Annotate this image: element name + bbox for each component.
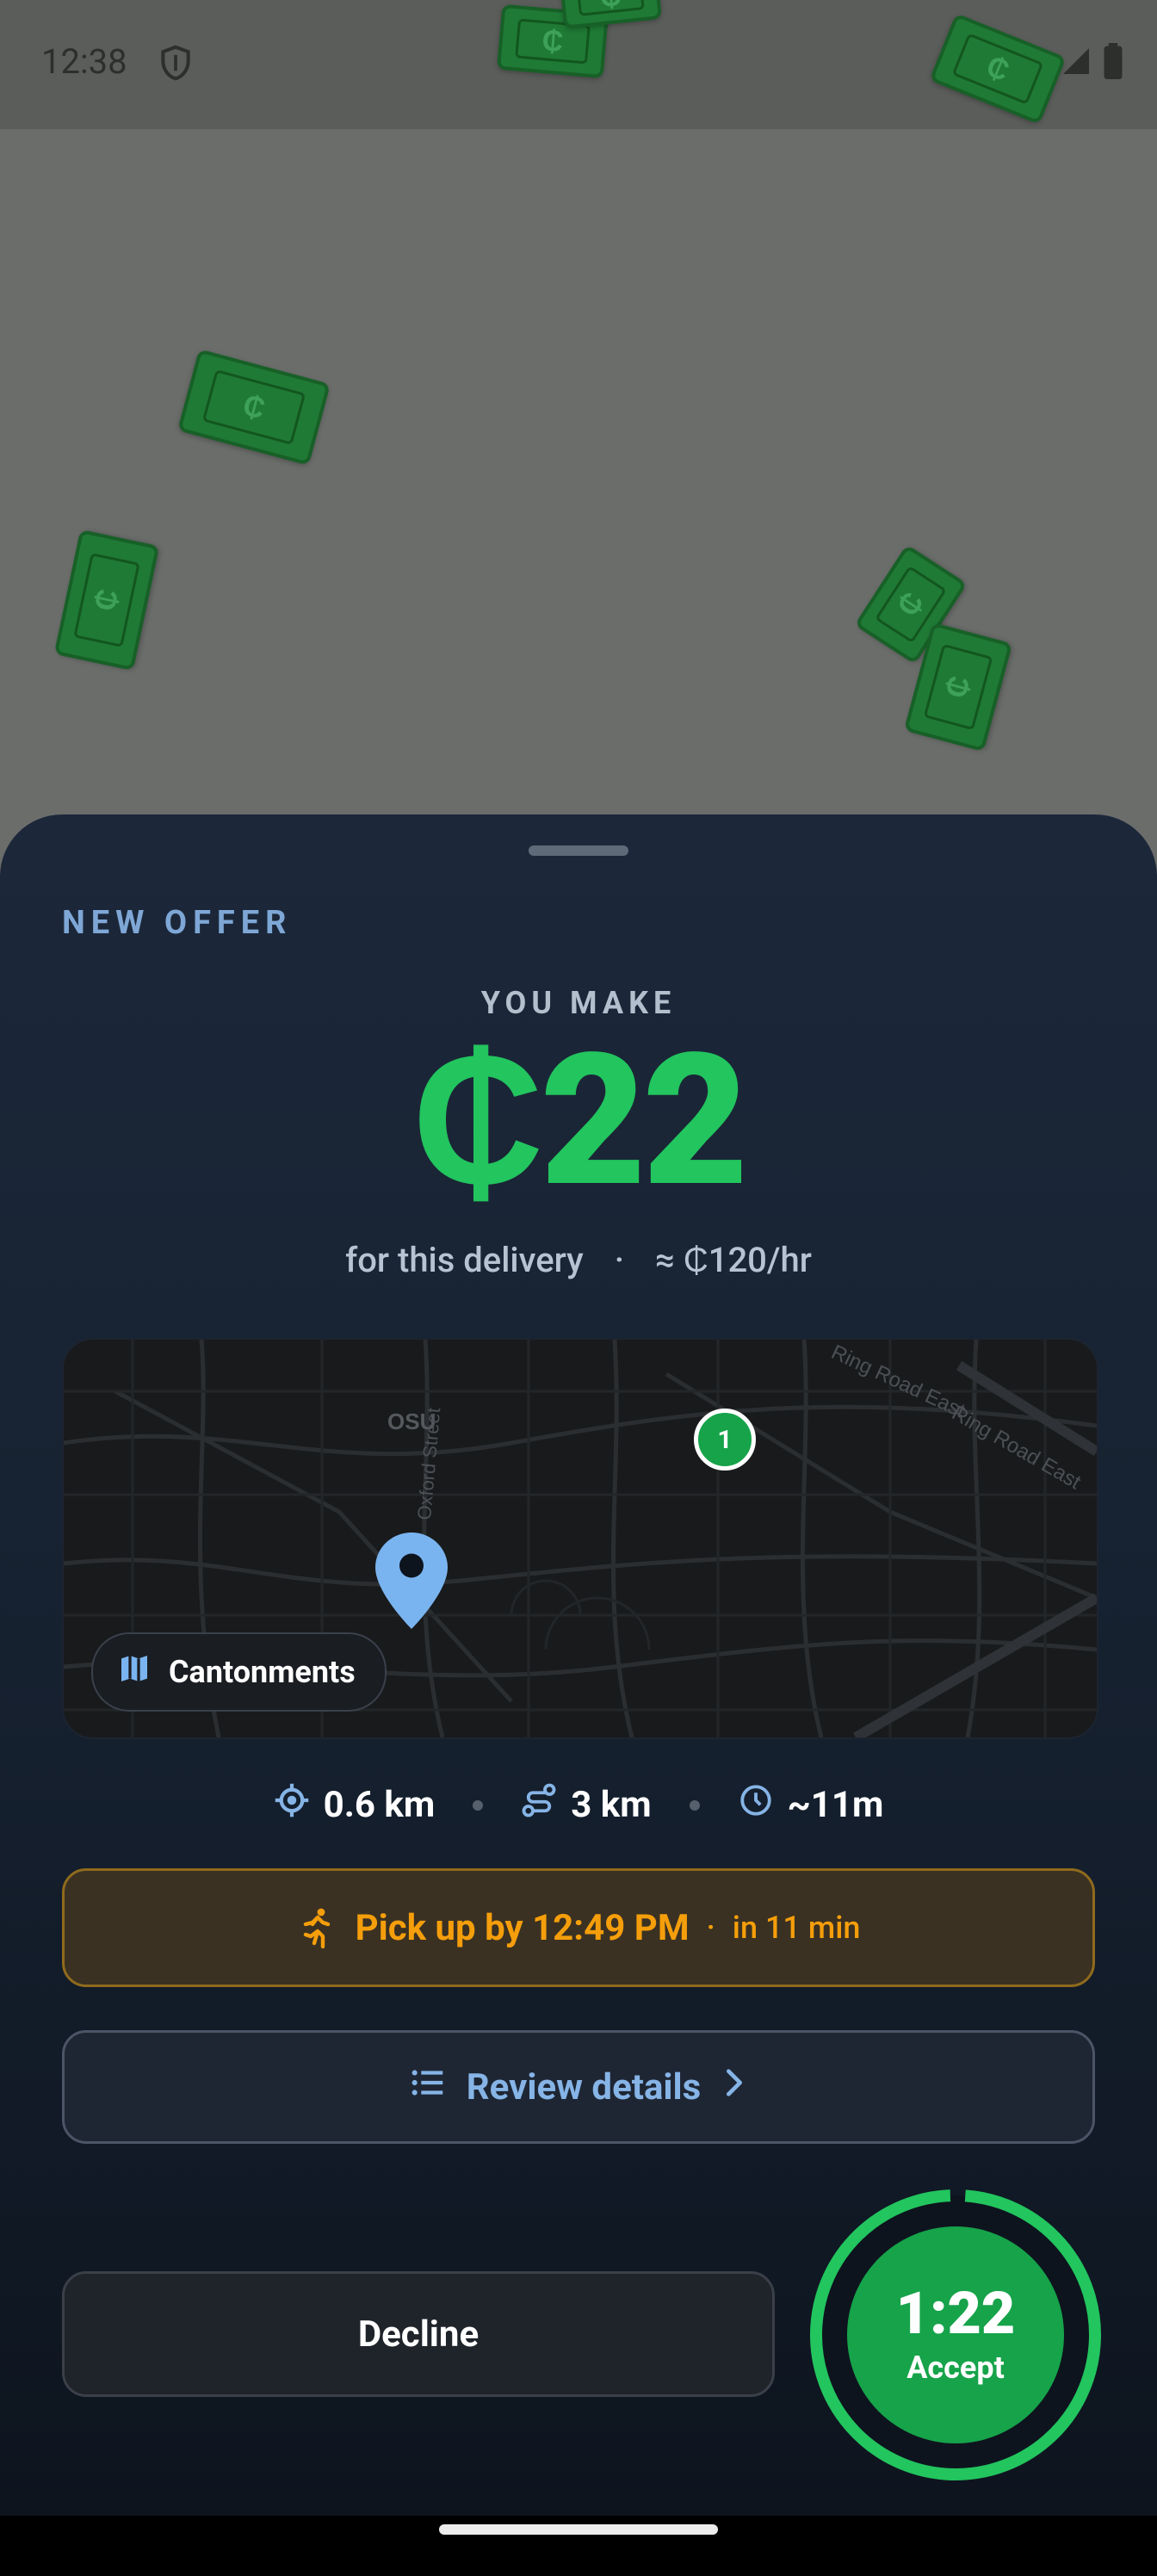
area-chip-label: Cantonments bbox=[169, 1654, 356, 1690]
money-bill-icon: ₵ bbox=[53, 529, 160, 672]
stop-marker[interactable]: 1 bbox=[694, 1409, 756, 1471]
pickup-eta: in 11 min bbox=[732, 1910, 861, 1946]
shield-icon bbox=[157, 43, 195, 86]
route-icon bbox=[521, 1782, 557, 1828]
area-chip[interactable]: Cantonments bbox=[91, 1632, 387, 1712]
signal-icon bbox=[1061, 46, 1092, 80]
stat-separator bbox=[473, 1799, 484, 1811]
location-pin-icon[interactable] bbox=[375, 1533, 448, 1632]
chevron-right-icon bbox=[720, 2065, 749, 2109]
subtitle-separator: · bbox=[614, 1240, 625, 1280]
pickup-time: Pick up by 12:49 PM bbox=[355, 1906, 690, 1949]
home-indicator[interactable] bbox=[439, 2524, 718, 2535]
clock-icon bbox=[738, 1782, 774, 1828]
countdown-timer: 1:22 bbox=[895, 2279, 1016, 2348]
stat-separator bbox=[689, 1799, 700, 1811]
hourly-rate: ≈ ₵120/hr bbox=[655, 1240, 812, 1280]
pickup-separator: · bbox=[706, 1910, 715, 1946]
decline-button[interactable]: Decline bbox=[62, 2271, 775, 2397]
subtitle-delivery: for this delivery bbox=[345, 1240, 584, 1280]
list-icon bbox=[408, 2063, 448, 2112]
offer-sheet: NEW OFFER YOU MAKE ₵22 for this delivery… bbox=[0, 814, 1157, 2519]
trip-stats: 0.6 km 3 km ~11m bbox=[0, 1782, 1157, 1828]
offer-amount: ₵22 bbox=[411, 1013, 749, 1228]
walking-person-icon bbox=[297, 1903, 338, 1953]
status-time: 12:38 bbox=[41, 41, 127, 82]
trip-distance: 3 km bbox=[521, 1782, 652, 1828]
money-bill-icon: ₵ bbox=[177, 349, 331, 466]
location-target-icon bbox=[274, 1782, 310, 1828]
map-label-ring-road-2: Ring Road East bbox=[827, 1341, 968, 1423]
accept-button[interactable]: 1:22 Accept bbox=[847, 2226, 1064, 2443]
pickup-distance: 0.6 km bbox=[274, 1782, 435, 1828]
map-icon bbox=[117, 1651, 152, 1694]
pickup-deadline-banner: Pick up by 12:49 PM · in 11 min bbox=[62, 1868, 1095, 1987]
battery-icon bbox=[1104, 43, 1123, 83]
sheet-drag-handle[interactable] bbox=[529, 845, 628, 856]
accept-label: Accept bbox=[906, 2350, 1005, 2386]
trip-duration: ~11m bbox=[738, 1782, 883, 1828]
review-details-label: Review details bbox=[466, 2065, 702, 2108]
new-offer-header: NEW OFFER bbox=[62, 904, 293, 942]
route-map[interactable]: OSU Oxford Street Ring Road East Ring Ro… bbox=[62, 1338, 1098, 1739]
review-details-button[interactable]: Review details bbox=[62, 2030, 1095, 2144]
offer-subtitle: for this delivery · ≈ ₵120/hr bbox=[0, 1240, 1157, 1280]
accept-button-container[interactable]: 1:22 Accept bbox=[806, 2185, 1105, 2485]
